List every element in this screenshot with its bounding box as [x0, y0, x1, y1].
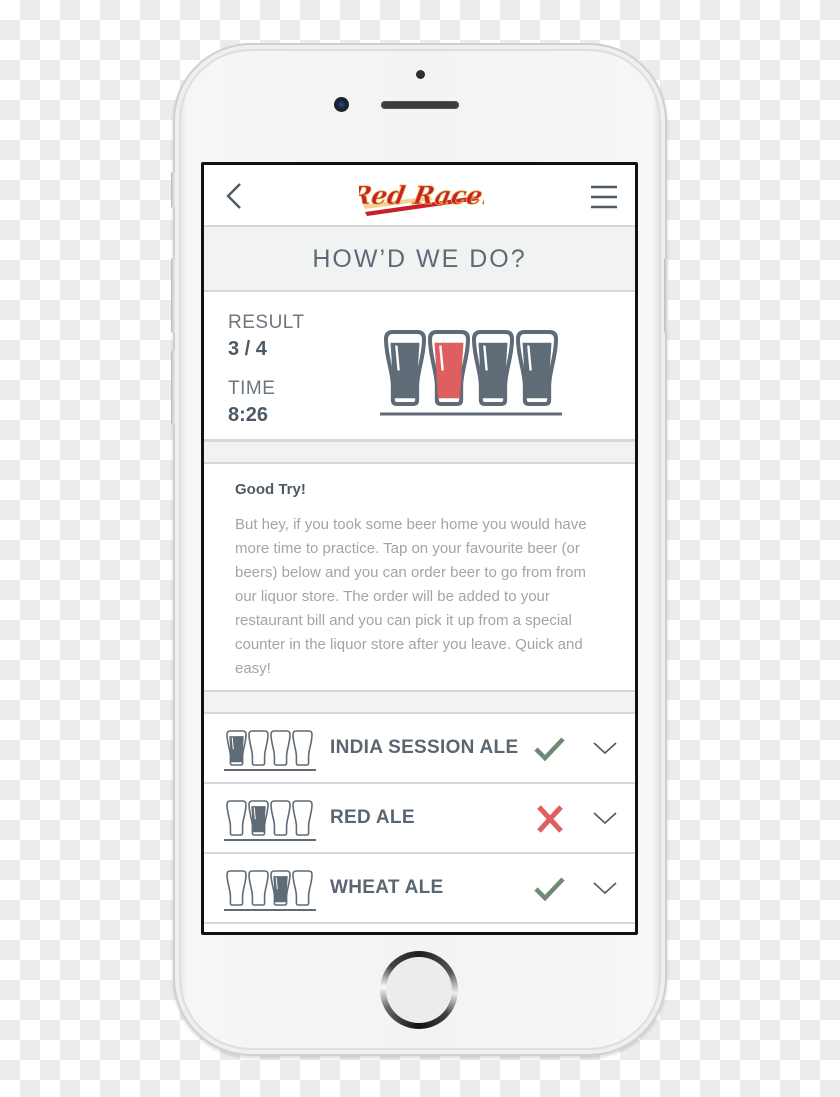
mini-glass-4 — [292, 730, 313, 766]
beer-glass-2 — [427, 330, 471, 406]
glass-liquid — [229, 736, 244, 763]
mini-glass-1 — [226, 800, 247, 836]
chevron-left-icon — [226, 183, 241, 209]
glass-outline — [270, 800, 291, 836]
beer-glass-4 — [515, 330, 559, 406]
time-value: 8:26 — [228, 404, 269, 426]
beer-glass-1 — [383, 330, 427, 406]
x-mark-icon — [537, 805, 563, 833]
beer-row-wheat-ale[interactable]: WHEAT ALE — [204, 854, 635, 924]
message-title: Good Try! — [235, 481, 306, 498]
chevron-down-icon[interactable] — [592, 740, 618, 756]
glass-outline — [292, 730, 313, 766]
app-screen: Red Racer HOW’D WE DO? RESULT 3 / 4 TIME… — [201, 162, 638, 935]
glass-outline — [248, 730, 269, 766]
mini-glass-1 — [226, 730, 247, 766]
glass-liquid — [390, 342, 420, 399]
beer-name: WHEAT ALE — [330, 877, 444, 898]
glass-outline — [270, 730, 291, 766]
glass-outline — [226, 800, 247, 836]
mini-glass-2 — [248, 800, 269, 836]
mini-glass-3 — [270, 870, 291, 906]
flight-position-icon — [224, 730, 316, 771]
brand-text: Red Racer — [359, 180, 484, 210]
front-camera — [334, 97, 349, 112]
mini-glass-4 — [292, 800, 313, 836]
home-button-face[interactable] — [386, 957, 452, 1023]
time-label: TIME — [228, 378, 276, 399]
hamburger-menu-icon — [591, 185, 617, 209]
message-card: Good Try! But hey, if you took some beer… — [204, 464, 635, 692]
section-divider — [204, 692, 635, 714]
chevron-down-icon[interactable] — [592, 880, 618, 896]
glass-outline — [226, 870, 247, 906]
flight-position-icon — [224, 800, 316, 841]
mini-glass-2 — [248, 870, 269, 906]
back-button[interactable] — [222, 181, 250, 211]
beer-flight-graphic — [380, 330, 562, 416]
proximity-sensor — [416, 70, 425, 79]
earpiece-speaker — [381, 101, 459, 109]
glass-liquid — [251, 806, 266, 833]
glass-outline — [292, 800, 313, 836]
red-racer-logo[interactable]: Red Racer — [347, 174, 500, 218]
beer-row-india-session-ale[interactable]: INDIA SESSION ALE — [204, 714, 635, 784]
checkmark-icon — [534, 737, 565, 762]
flight-position-icon — [224, 870, 316, 911]
volume-down-button — [171, 350, 175, 425]
mini-glass-4 — [292, 870, 313, 906]
top-nav-bar: Red Racer — [204, 165, 635, 227]
glass-outline — [248, 870, 269, 906]
checkmark-icon — [534, 877, 565, 902]
chevron-down-icon[interactable] — [592, 810, 618, 826]
glass-liquid — [522, 342, 552, 399]
glass-liquid — [434, 342, 464, 399]
glass-outline — [292, 870, 313, 906]
result-value: 3 / 4 — [228, 338, 267, 360]
volume-up-button — [171, 258, 175, 333]
beer-name: RED ALE — [330, 807, 415, 828]
beer-name: INDIA SESSION ALE — [330, 737, 519, 758]
page-title: HOW’D WE DO? — [312, 245, 527, 273]
result-card: RESULT 3 / 4 TIME 8:26 — [204, 292, 635, 442]
mini-glass-3 — [270, 730, 291, 766]
result-label: RESULT — [228, 312, 305, 333]
message-body: But hey, if you took some beer home you … — [235, 516, 587, 677]
mini-glass-1 — [226, 870, 247, 906]
glass-liquid — [273, 876, 288, 903]
section-divider — [204, 442, 635, 464]
beer-row-red-ale[interactable]: RED ALE — [204, 784, 635, 854]
mini-glass-2 — [248, 730, 269, 766]
beer-list: INDIA SESSION ALE RED ALE WHEAT ALE — [204, 714, 635, 924]
power-button — [664, 258, 668, 333]
mute-switch — [171, 172, 175, 208]
glass-liquid — [478, 342, 508, 399]
page-title-band: HOW’D WE DO? — [204, 227, 635, 292]
menu-button[interactable] — [589, 185, 619, 209]
mini-glass-3 — [270, 800, 291, 836]
brand-logo-icon: Red Racer — [347, 180, 500, 216]
beer-glass-3 — [471, 330, 515, 406]
